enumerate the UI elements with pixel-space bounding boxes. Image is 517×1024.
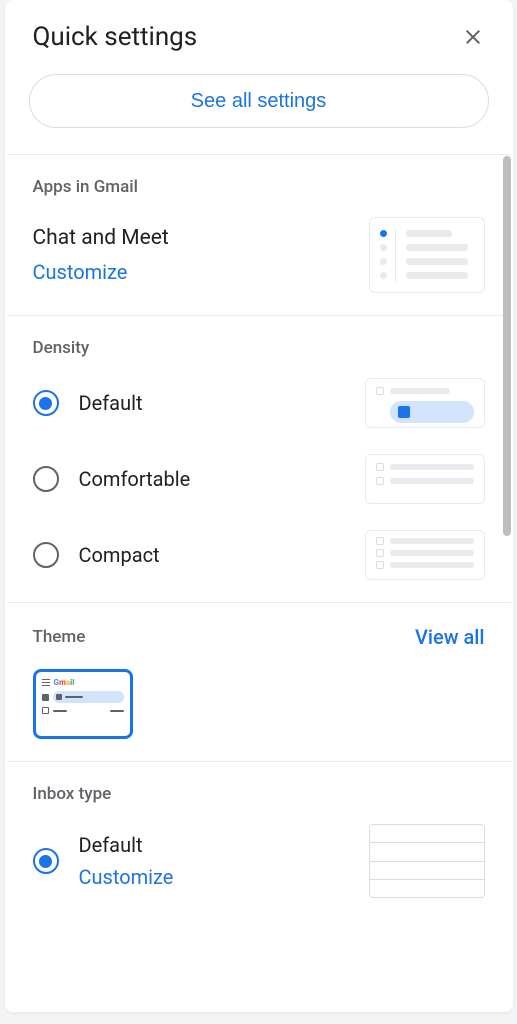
scrollbar-thumb[interactable] <box>503 156 511 536</box>
density-thumb-default <box>365 378 485 428</box>
section-theme: Theme View all Gmail <box>5 603 513 761</box>
apps-thumbnail <box>369 217 485 293</box>
radio-compact[interactable] <box>33 542 59 568</box>
density-section-label: Density <box>33 338 485 358</box>
inbox-default-label: Default <box>79 833 349 857</box>
theme-view-all-link[interactable]: View all <box>415 625 485 649</box>
radio-comfortable[interactable] <box>33 466 59 492</box>
inbox-section-label: Inbox type <box>33 784 485 804</box>
see-all-settings-button[interactable]: See all settings <box>29 74 489 128</box>
density-label-compact: Compact <box>79 543 345 567</box>
quick-settings-panel: Quick settings See all settings Apps in … <box>5 0 513 1012</box>
theme-thumbnail-default[interactable]: Gmail <box>33 669 133 739</box>
density-label-default: Default <box>79 391 345 415</box>
see-all-wrap: See all settings <box>5 70 513 154</box>
close-icon[interactable] <box>461 25 485 49</box>
density-thumb-comfortable <box>365 454 485 504</box>
apps-section-label: Apps in Gmail <box>33 177 485 197</box>
density-thumb-compact <box>365 530 485 580</box>
inbox-thumb-default <box>369 824 485 898</box>
gmail-logo-icon: Gmail <box>54 678 75 687</box>
hamburger-icon <box>42 679 50 687</box>
theme-section-label: Theme <box>33 627 86 647</box>
apps-text: Chat and Meet Customize <box>33 226 169 284</box>
density-option-compact[interactable]: Compact <box>33 530 485 580</box>
apps-customize-link[interactable]: Customize <box>33 260 128 284</box>
density-option-comfortable[interactable]: Comfortable <box>33 454 485 504</box>
apps-title: Chat and Meet <box>33 226 169 250</box>
panel-title: Quick settings <box>33 22 198 52</box>
inbox-customize-link[interactable]: Customize <box>79 865 174 889</box>
inbox-option-default[interactable]: Default Customize <box>33 824 485 898</box>
section-density: Density Default Comfortable Compact <box>5 316 513 602</box>
radio-inbox-default[interactable] <box>33 848 59 874</box>
density-option-default[interactable]: Default <box>33 378 485 428</box>
panel-header: Quick settings <box>5 0 513 70</box>
inbox-text: Default Customize <box>79 833 349 889</box>
section-inbox-type: Inbox type Default Customize <box>5 762 513 938</box>
radio-default[interactable] <box>33 390 59 416</box>
density-label-comfortable: Comfortable <box>79 467 345 491</box>
apps-row: Chat and Meet Customize <box>33 217 485 293</box>
section-apps: Apps in Gmail Chat and Meet Customize <box>5 155 513 315</box>
